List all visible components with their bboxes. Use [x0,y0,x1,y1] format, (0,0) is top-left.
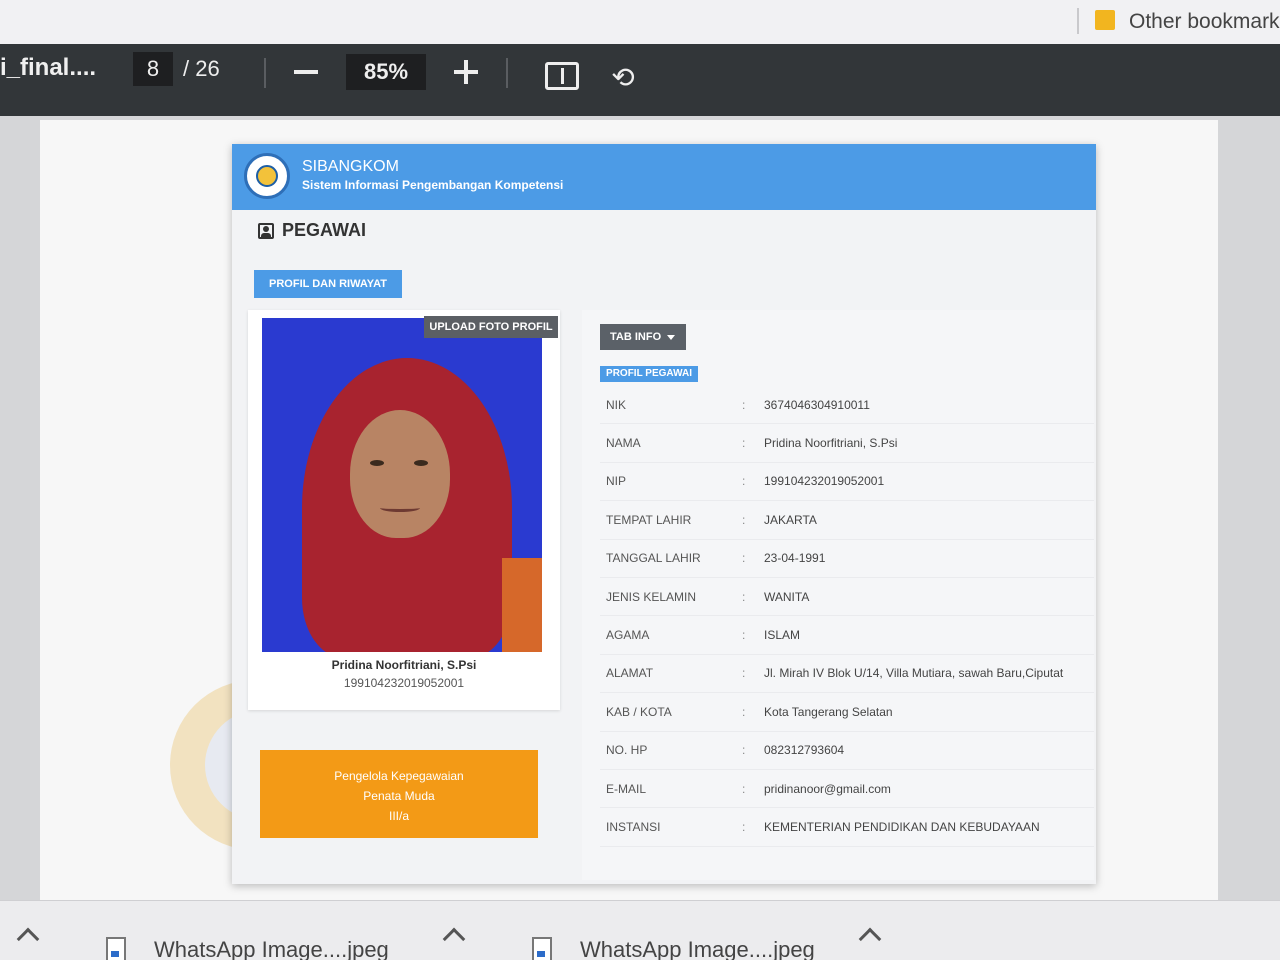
page-number-input[interactable]: 8 [133,52,173,86]
tab-info-label: TAB INFO [610,331,662,343]
other-bookmarks-link[interactable]: Other bookmarks [1129,10,1280,34]
row-label: TEMPAT LAHIR [606,512,692,527]
profile-card: UPLOAD FOTO PROFIL Pridina Noorfitriani,… [248,310,560,710]
row-value: pridinanoor@gmail.com [764,781,891,796]
rotate-icon[interactable]: ⟲ [607,62,639,94]
fit-to-page-icon[interactable] [545,62,579,90]
app-subtitle: Sistem Informasi Pengembangan Kompetensi [302,178,564,192]
caret-down-icon [667,334,676,340]
profil-pegawai-badge: PROFIL PEGAWAI [600,366,698,382]
profile-name: Pridina Noorfitriani, S.Psi [331,658,477,672]
user-card-icon [258,222,274,239]
tab-info-dropdown[interactable]: TAB INFO [600,324,686,350]
row-label: JENIS KELAMIN [606,589,697,604]
table-row: JENIS KELAMIN: WANITA [600,578,1094,617]
row-value: 082312793604 [764,743,845,758]
detail-card: TAB INFO PROFIL PEGAWAI NIK:367404630491… [582,310,1094,880]
row-value: 23-04-1991 [764,551,826,566]
zoom-in-button[interactable] [454,60,478,84]
sibangkom-app: SIBANGKOM Sistem Informasi Pengembangan … [232,144,1096,884]
zoom-out-button[interactable] [294,70,318,74]
row-value: 3674046304910011 [764,397,870,412]
row-label: NO. HP [606,743,648,758]
folder-icon[interactable] [1095,10,1115,30]
toolbar-divider [506,58,508,88]
pdf-toolbar: i_final.... 8 / 26 85% ⟲ [0,44,1280,116]
page-total: / 26 [183,56,220,81]
row-label: KAB / KOTA [606,704,672,719]
row-value: WANITA [764,589,810,604]
app-name: SIBANGKOM [302,158,399,175]
row-label: NAMA [606,436,641,451]
profile-detail-table: NIK:3674046304910011 NAMA: Pridina Noorfi… [600,386,1094,847]
row-value: Kota Tangerang Selatan [764,704,893,719]
table-row: TEMPAT LAHIR: JAKARTA [600,501,1094,540]
role-rank: Penata Muda [363,789,435,803]
upload-photo-button[interactable]: UPLOAD FOTO PROFIL [424,316,558,338]
role-grade: III/a [388,809,409,823]
table-row: KAB / KOTA: Kota Tangerang Selatan [600,693,1094,732]
row-value: Jl. Mirah IV Blok U/14, Villa Mutiara, s… [764,666,1064,681]
role-position: Pengelola Kepegawaian [334,769,464,783]
row-label: NIK [606,397,627,412]
row-value: ISLAM [764,628,801,643]
bookmarks-divider [1077,8,1079,34]
row-label: E-MAIL [606,781,647,796]
download-item[interactable]: WhatsApp Image....jpeg [580,937,815,960]
chevron-up-icon[interactable] [442,927,466,951]
file-icon[interactable] [106,937,126,960]
profile-photo [262,318,542,652]
row-value: KEMENTERIAN PENDIDIKAN DAN KEBUDAYAAN [764,819,1040,834]
table-row: TANGGAL LAHIR:23-04-1991 [600,540,1094,578]
file-icon[interactable] [532,937,552,960]
bookmarks-bar: Other bookmarks [0,0,1280,44]
row-label: INSTANSI [606,819,661,834]
page-title-text: PEGAWAI [282,220,367,240]
table-row: NIK:3674046304910011 [600,386,1094,425]
toolbar-divider [264,58,266,88]
role-card: Pengelola Kepegawaian Penata Muda III/a [260,750,538,838]
page-title: PEGAWAI [258,220,366,241]
table-row: INSTANSI: KEMENTERIAN PENDIDIKAN DAN KEBU… [600,808,1094,847]
chevron-up-icon[interactable] [16,927,40,951]
downloads-bar: WhatsApp Image....jpeg WhatsApp Image...… [0,900,1280,960]
app-header: SIBANGKOM Sistem Informasi Pengembangan … [232,144,1096,210]
row-label: TANGGAL LAHIR [606,551,701,566]
row-value: Pridina Noorfitriani, S.Psi [764,436,898,451]
row-value: JAKARTA [764,512,817,527]
table-row: ALAMAT: Jl. Mirah IV Blok U/14, Villa Mut… [600,655,1094,694]
row-label: AGAMA [606,628,650,643]
profile-nip: 199104232019052001 [343,676,465,690]
row-label: NIP [606,474,627,489]
profil-riwayat-button[interactable]: PROFIL DAN RIWAYAT [254,270,402,298]
chevron-up-icon[interactable] [858,927,882,951]
table-row: NO. HP:082312793604 [600,732,1094,770]
table-row: NAMA: Pridina Noorfitriani, S.Psi [600,424,1094,463]
table-row: E-MAIL: pridinanoor@gmail.com [600,770,1094,809]
table-row: NIP:199104232019052001 [600,463,1094,502]
download-item[interactable]: WhatsApp Image....jpeg [154,937,389,960]
ministry-logo-icon [244,153,290,199]
row-label: ALAMAT [606,666,654,681]
table-row: AGAMA: ISLAM [600,616,1094,655]
zoom-level-input[interactable]: 85% [346,54,426,90]
row-value: 199104232019052001 [764,474,885,489]
document-title: i_final.... [0,54,97,81]
